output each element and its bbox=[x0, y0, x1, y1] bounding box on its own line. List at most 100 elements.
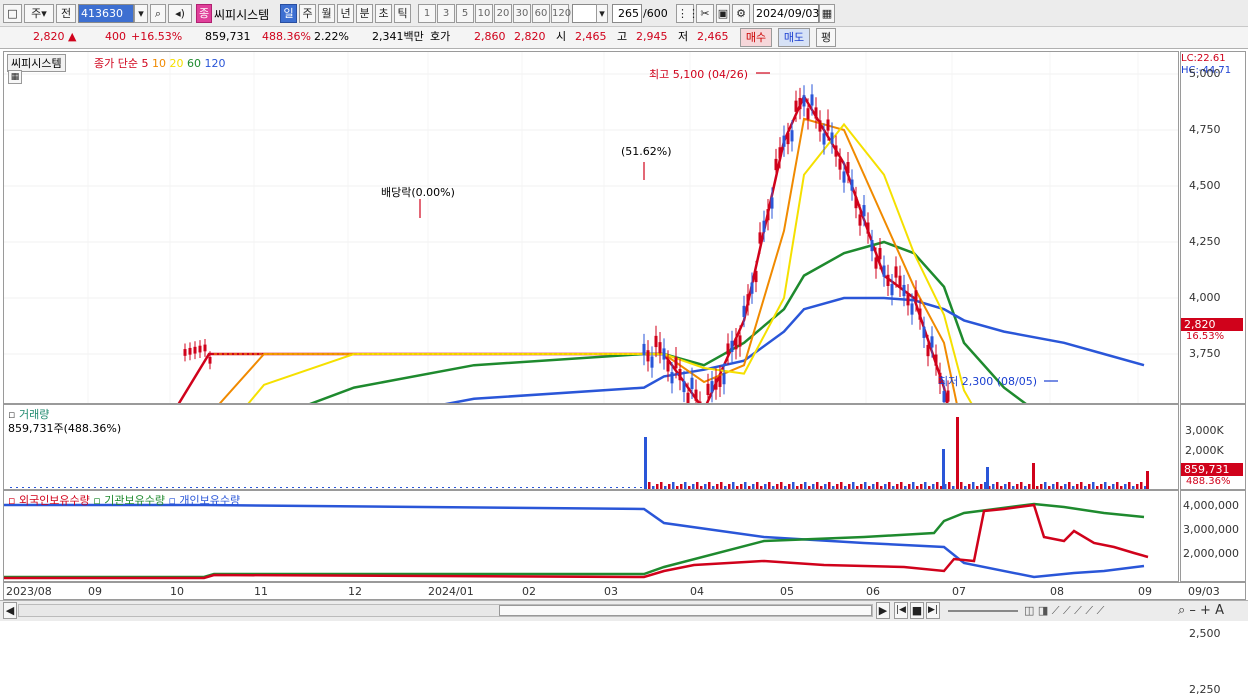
sell-button[interactable]: 매도 bbox=[778, 28, 810, 47]
period-tab[interactable]: 분 bbox=[356, 4, 373, 23]
candle bbox=[882, 265, 886, 277]
candle bbox=[790, 130, 794, 142]
volume-bar bbox=[844, 486, 847, 489]
gear-icon[interactable]: ⚙ bbox=[732, 4, 750, 23]
window-icon[interactable]: □ bbox=[3, 4, 22, 23]
x-tick: 2023/08 bbox=[6, 585, 52, 598]
eval-button[interactable]: 평 bbox=[816, 28, 836, 47]
interval-button[interactable]: 60 bbox=[532, 4, 550, 23]
top-toolbar: □ 주▾ 전 413630 ▾ ⌕ ◂) 종 씨피시스템 일주월년분초틱 135… bbox=[0, 0, 1248, 27]
prev-button[interactable]: 전 bbox=[56, 4, 76, 23]
volume-bar bbox=[142, 487, 144, 488]
grid-icon[interactable]: ⋮⋮ bbox=[676, 4, 699, 23]
x-tick: 09 bbox=[88, 585, 102, 598]
period-tab[interactable]: 주 bbox=[299, 4, 316, 23]
volume-bar bbox=[1040, 484, 1043, 489]
date-input[interactable]: 2024/09/03 bbox=[753, 4, 819, 23]
interval-button[interactable]: 3 bbox=[437, 4, 455, 23]
volume-bar bbox=[256, 487, 258, 488]
candle bbox=[854, 196, 858, 209]
volume-tick: 2,000K bbox=[1185, 444, 1224, 457]
volume-bar bbox=[872, 484, 875, 489]
candle bbox=[666, 360, 670, 372]
candle bbox=[870, 239, 874, 252]
volume-bar bbox=[980, 484, 983, 489]
interval-button[interactable]: 20 bbox=[494, 4, 512, 23]
volume-bar bbox=[672, 482, 675, 489]
price-chart-pane[interactable]: 씨피시스템 종가 단순 5 10 20 60 120 ▦ 최고 5,100 (0… bbox=[3, 51, 1179, 404]
volume-bar bbox=[394, 487, 396, 488]
holding-pane[interactable]: ▫ 외국인보유수량 ▫ 기관보유수량 ▫ 개인보유수량 bbox=[3, 490, 1179, 582]
candle bbox=[862, 205, 866, 217]
ma-period-label: 60 bbox=[183, 57, 201, 70]
buy-button[interactable]: 매수 bbox=[740, 28, 772, 47]
volume-bar bbox=[896, 484, 899, 489]
volume-bar bbox=[772, 486, 775, 489]
zoom-slider[interactable] bbox=[948, 610, 1018, 612]
volume-bar bbox=[1124, 484, 1127, 489]
interval-button[interactable]: 5 bbox=[456, 4, 474, 23]
volume-bar bbox=[520, 487, 522, 488]
zoom-icons[interactable]: ⌕ – + A bbox=[1178, 603, 1224, 618]
volume-bar bbox=[720, 482, 723, 489]
interval-dropdown-icon[interactable]: ▾ bbox=[596, 4, 608, 23]
code-dropdown-icon[interactable]: ▾ bbox=[134, 4, 148, 23]
tool-icons[interactable]: ◫ ◨ ⟋ ⟋ ⟋ ⟋ ⟋ bbox=[1024, 604, 1104, 618]
scroll-right-icon[interactable]: ▶ bbox=[876, 602, 890, 619]
scroll-left-icon[interactable]: ◀ bbox=[3, 602, 17, 619]
market-select[interactable]: 주▾ bbox=[24, 4, 54, 23]
period-tab[interactable]: 초 bbox=[375, 4, 392, 23]
interval-button[interactable]: 1 bbox=[418, 4, 436, 23]
price-tick: 3,750 bbox=[1189, 347, 1221, 360]
holding-legend: ▫ 외국인보유수량 ▫ 기관보유수량 ▫ 개인보유수량 bbox=[8, 492, 240, 508]
candle bbox=[946, 390, 950, 402]
count-input[interactable]: 265 bbox=[612, 4, 642, 23]
bottom-scrollbar[interactable]: ◀ ▶ |◀ ■ ▶| ◫ ◨ ⟋ ⟋ ⟋ ⟋ ⟋ ⌕ – + A bbox=[0, 600, 1248, 621]
volume-bar bbox=[10, 487, 12, 488]
volume-bar bbox=[448, 487, 450, 488]
price-tick: 4,500 bbox=[1189, 179, 1221, 192]
scissors-icon[interactable]: ✂ bbox=[696, 4, 714, 23]
volume-bar bbox=[948, 482, 951, 489]
volume-bar bbox=[700, 486, 703, 489]
period-tab[interactable]: 틱 bbox=[394, 4, 411, 23]
scroll-thumb[interactable] bbox=[499, 605, 872, 616]
volume-pane[interactable]: ▫ 거래량 859,731주(488.36%) bbox=[3, 404, 1239, 490]
interval-button[interactable]: 30 bbox=[513, 4, 531, 23]
volume-spike bbox=[956, 417, 959, 489]
volume-bar bbox=[716, 484, 719, 489]
x-tick: 2024/01 bbox=[428, 585, 474, 598]
volume-bar bbox=[1068, 482, 1071, 489]
search-icon[interactable]: ⌕ bbox=[150, 4, 166, 23]
first-icon[interactable]: |◀ bbox=[894, 602, 908, 619]
market-select-label: 주 bbox=[31, 7, 42, 20]
ma-line-series bbox=[177, 93, 949, 403]
candle bbox=[706, 383, 710, 395]
volume-bar bbox=[634, 487, 636, 488]
period-tab[interactable]: 월 bbox=[318, 4, 335, 23]
interval-button[interactable]: 10 bbox=[475, 4, 493, 23]
last-icon[interactable]: ▶| bbox=[926, 602, 940, 619]
x-tick: 06 bbox=[866, 585, 880, 598]
interval-button[interactable]: 120 bbox=[551, 4, 571, 23]
period-tab[interactable]: 년 bbox=[337, 4, 354, 23]
ma-period-label: 120 bbox=[200, 57, 226, 70]
volume-bar bbox=[1116, 482, 1119, 489]
speaker-icon[interactable]: ◂) bbox=[168, 4, 192, 23]
table-icon[interactable]: ▦ bbox=[8, 70, 22, 84]
stop-icon[interactable]: ■ bbox=[910, 602, 924, 619]
scroll-track[interactable] bbox=[18, 604, 873, 617]
code-input[interactable]: 413630 bbox=[78, 4, 134, 23]
volume-bar bbox=[972, 482, 975, 489]
volume-bar bbox=[514, 487, 516, 488]
volume-bar bbox=[1060, 486, 1063, 489]
save-icon[interactable]: ▣ bbox=[716, 4, 730, 23]
volume-bar bbox=[752, 484, 755, 489]
calendar-icon[interactable]: ▦ bbox=[819, 4, 835, 23]
volume-bar bbox=[568, 487, 570, 488]
period-tab[interactable]: 일 bbox=[280, 4, 297, 23]
volume-bar bbox=[532, 487, 534, 488]
x-axis-end: 09/03 bbox=[1188, 585, 1220, 598]
volume-bar bbox=[1112, 484, 1115, 489]
candle bbox=[830, 132, 834, 144]
